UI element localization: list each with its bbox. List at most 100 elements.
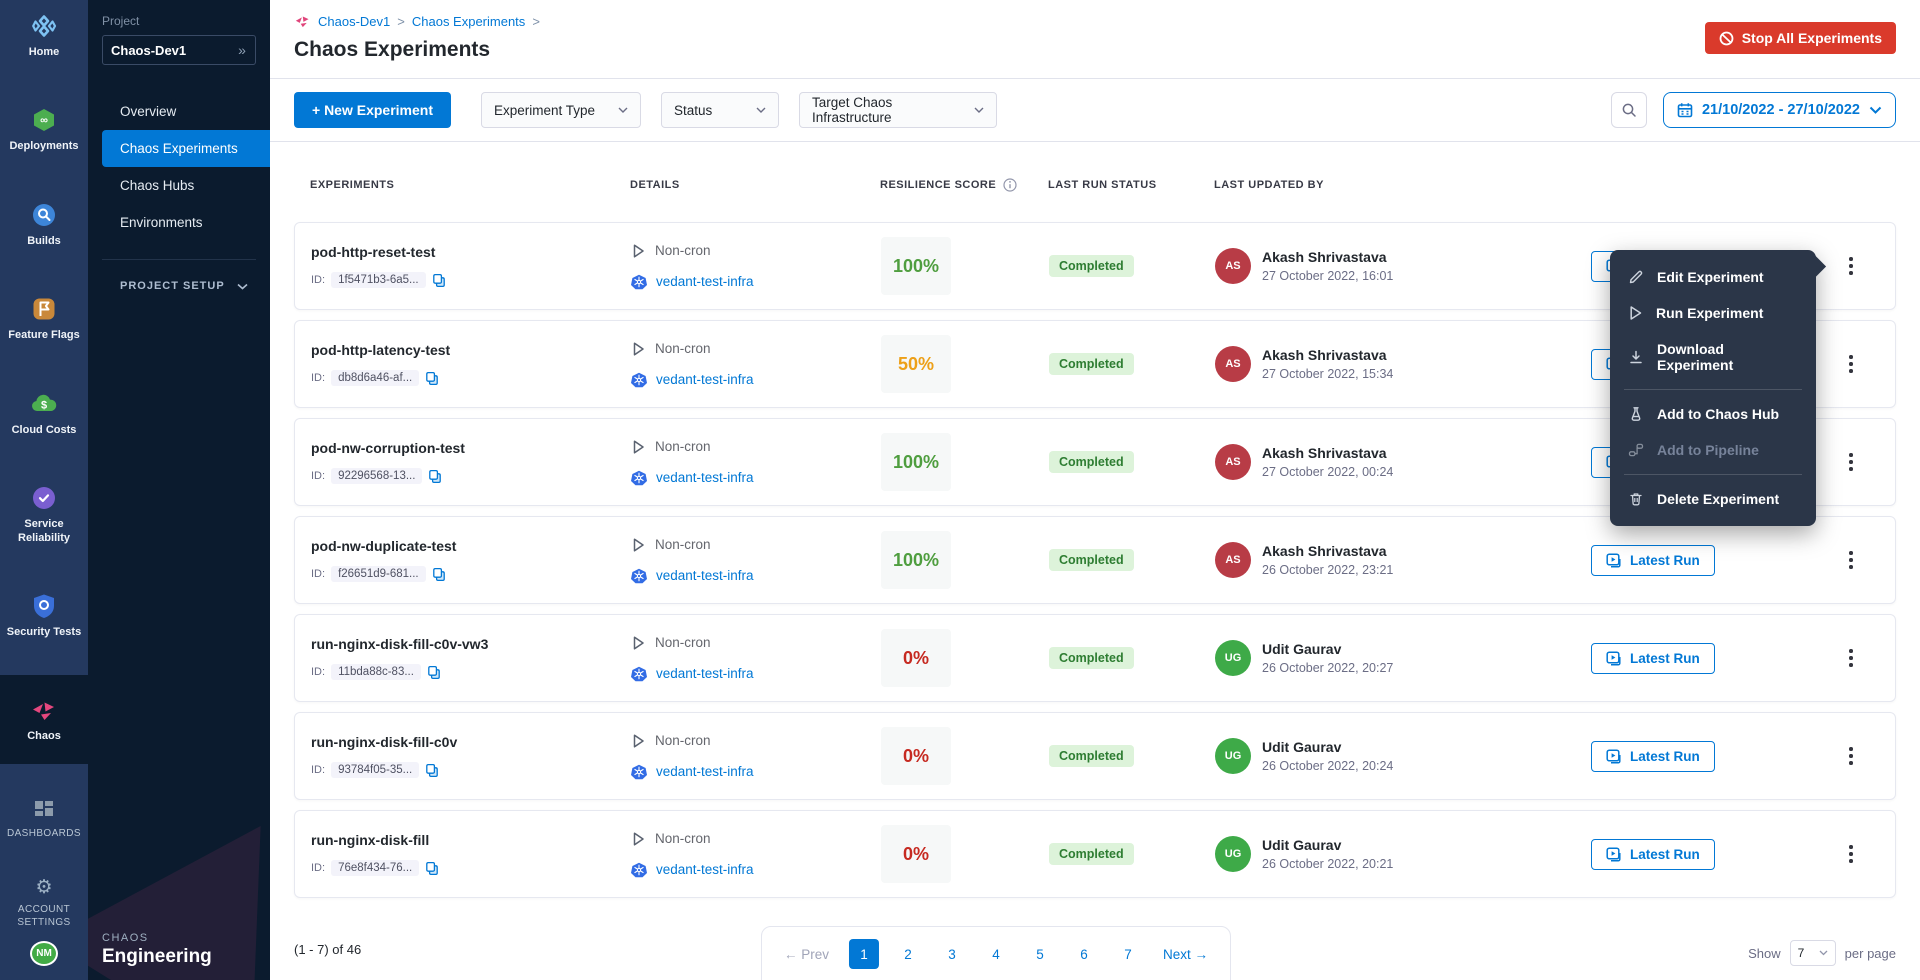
next-page-button[interactable]: Next → bbox=[1157, 947, 1214, 962]
sidebar-item-dashboards[interactable]: DASHBOARDS bbox=[0, 786, 88, 853]
copy-icon[interactable] bbox=[425, 763, 439, 778]
user-name: Akash Shrivastava bbox=[1262, 445, 1393, 461]
infrastructure-link[interactable]: vedant-test-infra bbox=[656, 372, 754, 387]
search-icon bbox=[1621, 102, 1637, 118]
sidebar-item-chaos[interactable]: Chaos bbox=[0, 675, 88, 764]
page-button[interactable]: 2 bbox=[893, 939, 923, 969]
breadcrumb-link-project[interactable]: Chaos-Dev1 bbox=[318, 14, 390, 29]
page-button[interactable]: 4 bbox=[981, 939, 1011, 969]
prev-page-button[interactable]: ← Prev bbox=[778, 947, 835, 962]
page-button[interactable]: 1 bbox=[849, 939, 879, 969]
sidebar-item-deployments[interactable]: ∞ Deployments bbox=[0, 94, 88, 166]
date-range-picker[interactable]: 21/10/2022 - 27/10/2022 bbox=[1663, 92, 1896, 128]
updated-by-cell: UG Udit Gaurav 26 October 2022, 20:21 bbox=[1215, 836, 1591, 872]
kubernetes-icon bbox=[631, 274, 647, 290]
copy-icon[interactable] bbox=[425, 371, 439, 386]
user-name: Akash Shrivastava bbox=[1262, 347, 1393, 363]
copy-icon[interactable] bbox=[428, 469, 442, 484]
experiment-id: 93784f05-35... bbox=[331, 762, 419, 778]
row-menu-kebab-icon[interactable] bbox=[1838, 446, 1864, 478]
info-icon[interactable] bbox=[1003, 178, 1017, 192]
deployments-icon: ∞ bbox=[31, 107, 57, 133]
latest-run-button[interactable]: Latest Run bbox=[1591, 643, 1715, 674]
sidebar-item-overview[interactable]: Overview bbox=[88, 93, 270, 130]
table-row[interactable]: run-nginx-disk-fill-c0v-vw3 ID: 11bda88c… bbox=[294, 614, 1896, 702]
updated-date: 26 October 2022, 20:24 bbox=[1262, 759, 1393, 773]
user-avatar[interactable]: NM bbox=[30, 941, 58, 966]
menu-item-delete-experiment[interactable]: Delete Experiment bbox=[1610, 481, 1816, 517]
row-menu-kebab-icon[interactable] bbox=[1838, 544, 1864, 576]
status-filter[interactable]: Status bbox=[661, 92, 779, 128]
table-row[interactable]: pod-nw-duplicate-test ID: f26651d9-681..… bbox=[294, 516, 1896, 604]
table-row[interactable]: run-nginx-disk-fill-c0v ID: 93784f05-35.… bbox=[294, 712, 1896, 800]
breadcrumb-link-experiments[interactable]: Chaos Experiments bbox=[412, 14, 525, 29]
run-report-icon bbox=[1606, 553, 1622, 568]
id-label: ID: bbox=[311, 666, 325, 678]
page-button[interactable]: 3 bbox=[937, 939, 967, 969]
user-avatar: AS bbox=[1215, 248, 1251, 284]
infrastructure-link[interactable]: vedant-test-infra bbox=[656, 568, 754, 583]
copy-icon[interactable] bbox=[432, 567, 446, 582]
copy-icon[interactable] bbox=[425, 861, 439, 876]
experiment-name-cell: run-nginx-disk-fill-c0v ID: 93784f05-35.… bbox=[311, 734, 631, 778]
updated-by-cell: UG Udit Gaurav 26 October 2022, 20:24 bbox=[1215, 738, 1591, 774]
infrastructure-link[interactable]: vedant-test-infra bbox=[656, 764, 754, 779]
row-menu-kebab-icon[interactable] bbox=[1838, 838, 1864, 870]
sidebar-item-environments[interactable]: Environments bbox=[88, 204, 270, 241]
row-menu-kebab-icon[interactable] bbox=[1838, 642, 1864, 674]
infrastructure-link[interactable]: vedant-test-infra bbox=[656, 862, 754, 877]
status-badge: Completed bbox=[1049, 843, 1134, 865]
copy-icon[interactable] bbox=[427, 665, 441, 680]
experiment-name: pod-http-reset-test bbox=[311, 244, 631, 260]
infrastructure-link[interactable]: vedant-test-infra bbox=[656, 666, 754, 681]
table-header: EXPERIMENTS DETAILS RESILIENCE SCORE LAS… bbox=[294, 142, 1896, 222]
collapse-sidebar-icon[interactable]: » bbox=[229, 42, 255, 58]
play-outline-icon bbox=[631, 341, 646, 357]
sidebar-item-security-tests[interactable]: Security Tests bbox=[0, 580, 88, 652]
latest-run-button[interactable]: Latest Run bbox=[1591, 545, 1715, 576]
kubernetes-icon bbox=[631, 862, 647, 878]
sidebar-item-feature-flags[interactable]: Feature Flags bbox=[0, 283, 88, 355]
experiment-id: 1f5471b3-6a5... bbox=[331, 272, 426, 288]
experiment-type-filter[interactable]: Experiment Type bbox=[481, 92, 641, 128]
sidebar-item-builds[interactable]: Builds bbox=[0, 189, 88, 261]
page-button[interactable]: 5 bbox=[1025, 939, 1055, 969]
copy-icon[interactable] bbox=[432, 273, 446, 288]
new-experiment-button[interactable]: + New Experiment bbox=[294, 92, 451, 128]
row-menu-kebab-icon[interactable] bbox=[1838, 740, 1864, 772]
sidebar-item-chaos-experiments[interactable]: Chaos Experiments bbox=[102, 130, 270, 167]
menu-item-download-experiment[interactable]: Download Experiment bbox=[1610, 331, 1816, 383]
column-last-run-status: LAST RUN STATUS bbox=[1048, 179, 1214, 191]
run-report-icon bbox=[1606, 651, 1622, 666]
project-setup-section[interactable]: PROJECT SETUP bbox=[88, 270, 270, 302]
search-button[interactable] bbox=[1611, 92, 1647, 128]
stop-all-experiments-button[interactable]: Stop All Experiments bbox=[1705, 22, 1896, 54]
page-button[interactable]: 6 bbox=[1069, 939, 1099, 969]
kubernetes-icon bbox=[631, 372, 647, 388]
menu-item-run-experiment[interactable]: Run Experiment bbox=[1610, 295, 1816, 331]
target-infrastructure-filter[interactable]: Target Chaos Infrastructure bbox=[799, 92, 997, 128]
per-page-select[interactable]: 7 bbox=[1790, 940, 1836, 966]
experiment-name: run-nginx-disk-fill-c0v-vw3 bbox=[311, 636, 631, 652]
status-badge: Completed bbox=[1049, 255, 1134, 277]
experiment-type: Non-cron bbox=[655, 439, 711, 454]
sidebar-item-home[interactable]: Home bbox=[0, 0, 88, 72]
latest-run-button[interactable]: Latest Run bbox=[1591, 741, 1715, 772]
resilience-score: 0% bbox=[881, 629, 951, 687]
chaos-icon bbox=[30, 697, 58, 723]
sidebar-item-account-settings[interactable]: ⚙ ACCOUNT SETTINGS bbox=[0, 865, 88, 941]
infrastructure-link[interactable]: vedant-test-infra bbox=[656, 274, 754, 289]
sidebar-item-cloud-costs[interactable]: $ Cloud Costs bbox=[0, 378, 88, 450]
table-row[interactable]: run-nginx-disk-fill ID: 76e8f434-76... N… bbox=[294, 810, 1896, 898]
sidebar-item-chaos-hubs[interactable]: Chaos Hubs bbox=[88, 167, 270, 204]
sidebar-item-service-reliability[interactable]: Service Reliability bbox=[0, 472, 88, 558]
row-menu-kebab-icon[interactable] bbox=[1838, 348, 1864, 380]
row-menu-kebab-icon[interactable] bbox=[1838, 250, 1864, 282]
project-selector[interactable]: Chaos-Dev1 » bbox=[102, 35, 256, 65]
menu-item-edit-experiment[interactable]: Edit Experiment bbox=[1610, 259, 1816, 295]
page-button[interactable]: 7 bbox=[1113, 939, 1143, 969]
chevron-down-icon bbox=[618, 107, 628, 113]
latest-run-button[interactable]: Latest Run bbox=[1591, 839, 1715, 870]
infrastructure-link[interactable]: vedant-test-infra bbox=[656, 470, 754, 485]
menu-item-add-to-chaos-hub[interactable]: Add to Chaos Hub bbox=[1610, 396, 1816, 432]
